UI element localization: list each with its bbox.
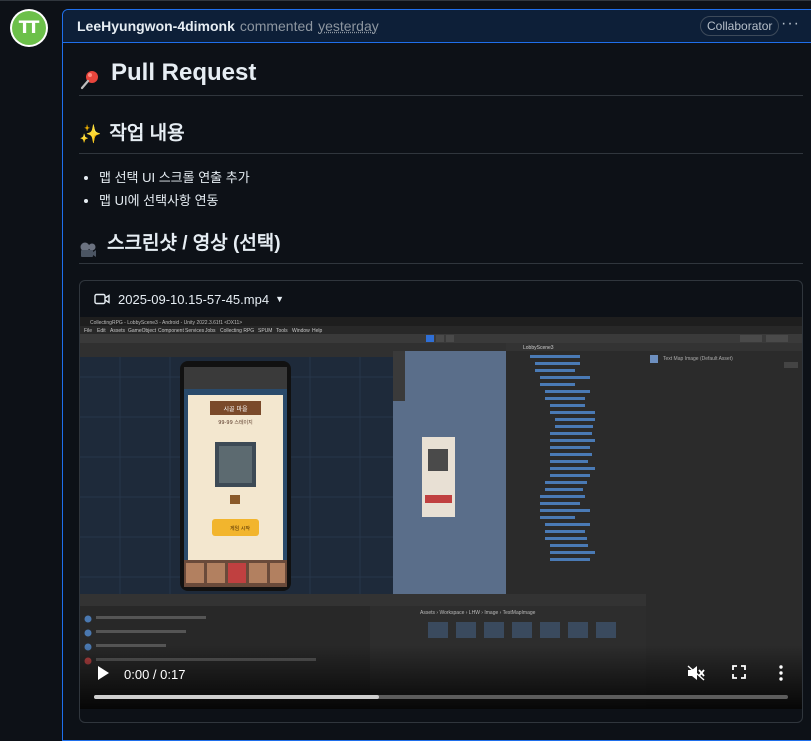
sparkles-icon: ✨ xyxy=(79,124,102,144)
svg-text:SPUM: SPUM xyxy=(258,328,272,334)
avatar-circle: TT xyxy=(12,11,46,45)
video-player[interactable]: CollectingRPG - LobbyScene3 - Android - … xyxy=(80,317,802,709)
video-filename-toggle[interactable]: 2025-09-10.15-57-45.mp4 ▼ xyxy=(80,281,802,317)
section-title-work-text: 작업 내용 xyxy=(109,123,185,144)
video-time: 0:00 / 0:17 xyxy=(124,667,186,682)
editor-title: CollectingRPG - LobbyScene3 - Android - … xyxy=(90,320,242,326)
chevron-down-icon: ▼ xyxy=(275,294,284,304)
section-title-screenshot-text: 스크린샷 / 영상 (선택) xyxy=(107,233,281,254)
video-attachment: 2025-09-10.15-57-45.mp4 ▼ CollectingRPG … xyxy=(79,280,803,723)
comment-time-link[interactable]: yesterday xyxy=(318,18,379,34)
svg-text:Window: Window xyxy=(292,328,310,334)
svg-text:Edit: Edit xyxy=(97,328,106,334)
svg-text:Assets: Assets xyxy=(110,328,126,334)
list-item: 맵 선택 UI 스크롤 연출 추가 xyxy=(99,166,803,189)
svg-text:Services: Services xyxy=(185,328,205,334)
phone-button: 게임 시작 xyxy=(230,525,250,532)
page-title: Pull Request xyxy=(79,51,803,96)
svg-text:Jobs: Jobs xyxy=(205,328,216,334)
avatar-text: TT xyxy=(18,18,40,38)
film-reel-icon xyxy=(79,235,97,257)
work-list: 맵 선택 UI 스크롤 연출 추가 맵 UI에 선택사항 연동 xyxy=(79,166,803,212)
svg-text:Collecting RPG: Collecting RPG xyxy=(220,328,254,334)
play-icon[interactable] xyxy=(96,665,110,684)
project-path: Assets › Workspace › LHW › Image › TestM… xyxy=(420,610,536,616)
title-text: Pull Request xyxy=(111,59,257,86)
section-title-screenshot: 스크린샷 / 영상 (선택) xyxy=(79,225,803,264)
video-filename: 2025-09-10.15-57-45.mp4 xyxy=(118,291,270,307)
phone-title: 시골 마을 xyxy=(224,405,248,413)
svg-text:Component: Component xyxy=(158,328,184,334)
comment-header: LeeHyungwon-4dimonk commented yesterday … xyxy=(63,10,811,43)
pin-icon xyxy=(79,62,101,90)
avatar[interactable]: TT xyxy=(10,9,48,47)
section-title-work: ✨ 작업 내용 xyxy=(79,115,803,154)
svg-text:GameObject: GameObject xyxy=(128,328,157,334)
video-camera-icon xyxy=(94,293,110,305)
collaborator-badge: Collaborator xyxy=(700,16,780,36)
fullscreen-icon[interactable] xyxy=(732,665,746,682)
phone-stage: 99-99 스테이지 xyxy=(218,419,253,426)
svg-text:File: File xyxy=(84,328,92,334)
inspector-title: Text Map Image (Default Asset) xyxy=(663,356,733,362)
svg-text:Tools: Tools xyxy=(276,328,288,334)
mute-icon[interactable] xyxy=(687,665,705,684)
hierarchy-root: LobbyScene3 xyxy=(523,345,554,351)
video-controls: 0:00 / 0:17 xyxy=(80,645,802,709)
comment-card: LeeHyungwon-4dimonk commented yesterday … xyxy=(62,9,811,741)
author-link[interactable]: LeeHyungwon-4dimonk xyxy=(77,18,235,34)
comment-body: Pull Request ✨ 작업 내용 맵 선택 UI 스크롤 연출 추가 맵… xyxy=(79,51,803,723)
list-item: 맵 UI에 선택사항 연동 xyxy=(99,189,803,212)
more-vertical-icon[interactable] xyxy=(779,665,783,684)
comment-action: commented xyxy=(239,18,314,34)
svg-text:Help: Help xyxy=(312,328,323,334)
kebab-icon[interactable]: ··· xyxy=(781,15,800,33)
video-progress-bar[interactable] xyxy=(94,695,788,699)
video-progress-fill xyxy=(94,695,379,699)
top-divider xyxy=(0,0,811,1)
